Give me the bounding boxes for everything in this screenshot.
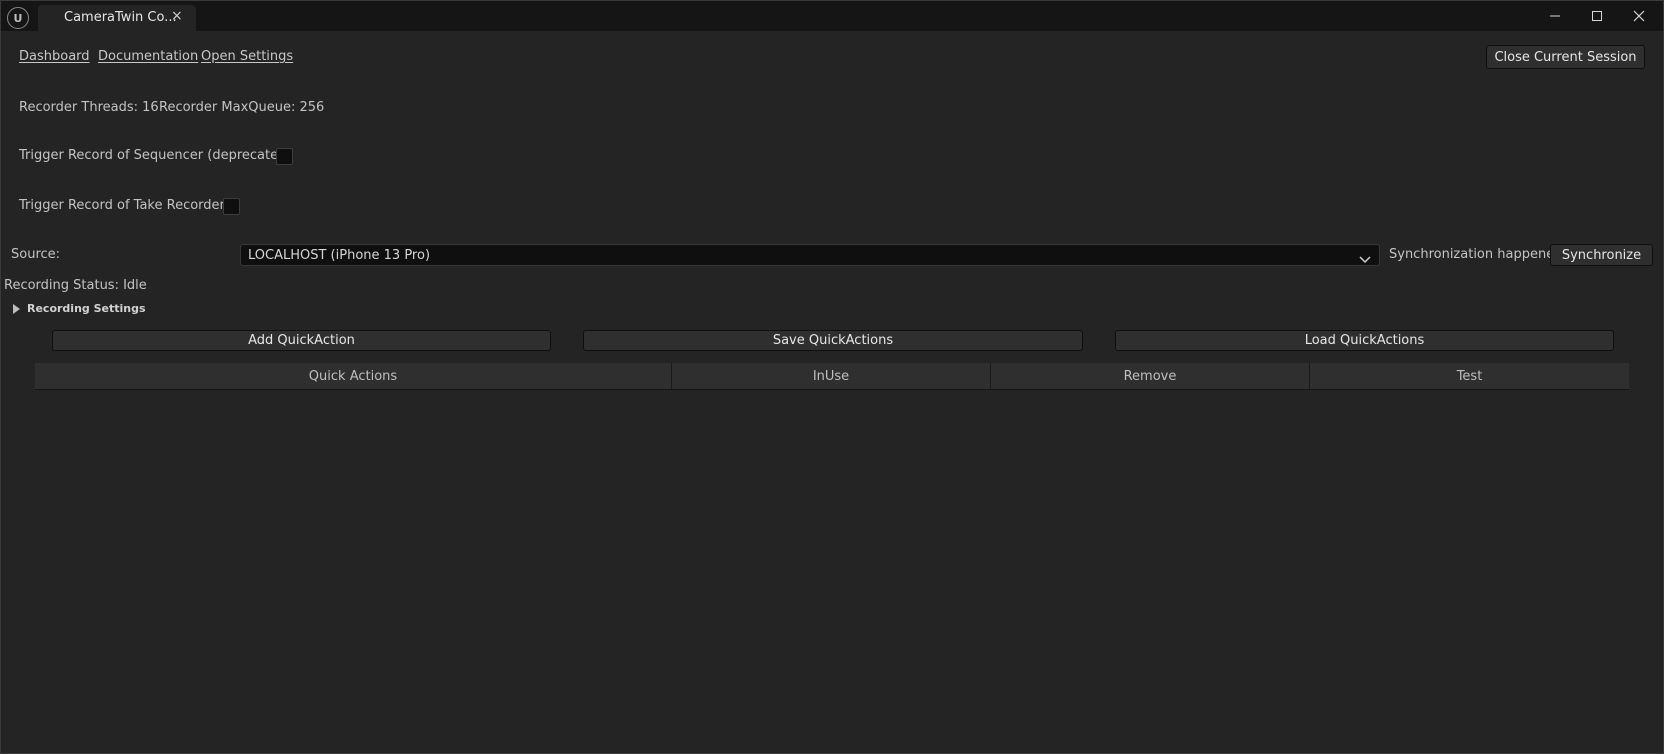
source-selected-value: LOCALHOST (iPhone 13 Pro) [248,248,431,263]
documentation-link[interactable]: Documentation [98,49,198,64]
open-settings-link[interactable]: Open Settings [201,49,293,64]
trigger-sequencer-label: Trigger Record of Sequencer (deprecated) [19,148,292,163]
maximize-icon[interactable] [1575,1,1619,31]
logo-glyph: U [13,11,23,25]
close-window-icon[interactable] [1617,1,1661,31]
recording-status-text: Recording Status: Idle [4,278,147,293]
trigger-take-recorder-checkbox[interactable] [223,198,240,215]
expand-arrow-icon [12,299,21,318]
app-window: U CameraTwin Co... × Dashboard Documenta… [0,0,1664,754]
tab-close-icon[interactable]: × [171,8,183,24]
synchronize-button[interactable]: Synchronize [1550,244,1653,266]
column-header-test[interactable]: Test [1310,363,1629,389]
close-session-button[interactable]: Close Current Session [1486,45,1645,69]
column-header-quick-actions[interactable]: Quick Actions [35,363,672,389]
recording-settings-expander[interactable]: Recording Settings [12,299,146,318]
load-quickactions-button[interactable]: Load QuickActions [1115,330,1614,351]
chevron-down-icon [1359,250,1371,269]
column-header-remove[interactable]: Remove [991,363,1310,389]
trigger-take-recorder-label: Trigger Record of Take Recorder [19,198,225,213]
document-tab[interactable]: CameraTwin Co... × [38,5,196,31]
add-quickaction-button[interactable]: Add QuickAction [52,330,551,351]
unreal-logo-icon: U [7,7,29,29]
save-quickactions-button[interactable]: Save QuickActions [583,330,1083,351]
tab-title: CameraTwin Co... [64,10,177,25]
source-dropdown[interactable]: LOCALHOST (iPhone 13 Pro) [240,244,1380,266]
recording-settings-label: Recording Settings [27,302,146,315]
recorder-threads-text: Recorder Threads: 16 [19,100,159,115]
quick-actions-table-header: Quick Actions InUse Remove Test [35,363,1629,390]
dashboard-link[interactable]: Dashboard [19,49,90,64]
minimize-icon[interactable] [1533,1,1577,31]
trigger-sequencer-checkbox[interactable] [276,148,293,165]
column-header-inuse[interactable]: InUse [672,363,991,389]
recorder-maxqueue-text: Recorder MaxQueue: 256 [159,100,325,115]
title-bar: U CameraTwin Co... × [1,1,1663,31]
sync-status-text: Synchronization happened [1389,247,1563,262]
source-label: Source: [11,247,61,262]
